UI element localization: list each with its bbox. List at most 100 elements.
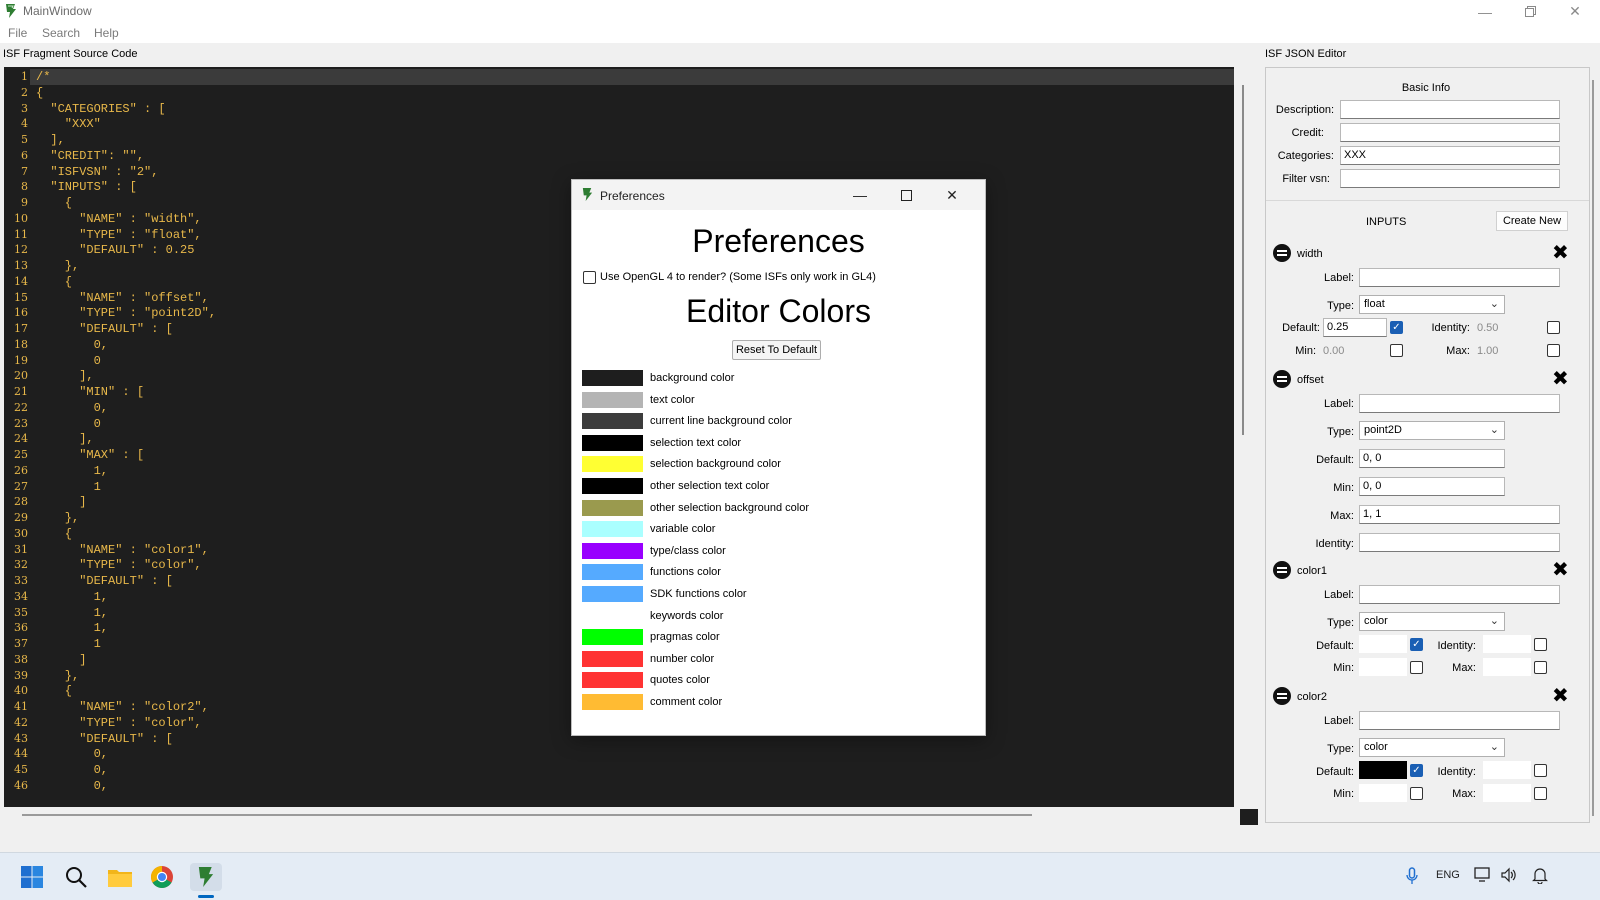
- code-line[interactable]: 0,: [36, 747, 108, 761]
- collapse-icon[interactable]: [1273, 687, 1291, 705]
- file-explorer-button[interactable]: [106, 863, 134, 891]
- code-line[interactable]: "TYPE" : "color",: [36, 558, 201, 572]
- collapse-icon[interactable]: [1273, 561, 1291, 579]
- color-swatch[interactable]: [582, 586, 643, 602]
- identity-checkbox[interactable]: [1534, 764, 1547, 777]
- code-line[interactable]: "MAX" : [: [36, 448, 144, 462]
- default-input[interactable]: 0.25: [1323, 318, 1387, 337]
- type-select[interactable]: color ⌄: [1359, 738, 1505, 757]
- code-line[interactable]: },: [36, 669, 79, 683]
- tray-mic-button[interactable]: [1406, 867, 1418, 888]
- code-line[interactable]: {: [36, 196, 72, 210]
- identity-value[interactable]: 0.50: [1477, 322, 1498, 334]
- code-line[interactable]: "NAME" : "color1",: [36, 543, 209, 557]
- code-line[interactable]: "DEFAULT" : 0.25: [36, 243, 194, 257]
- label-input[interactable]: [1359, 268, 1560, 287]
- code-line[interactable]: {: [36, 86, 43, 100]
- max-checkbox[interactable]: [1547, 344, 1560, 357]
- notifications-button[interactable]: [1532, 867, 1548, 887]
- language-indicator[interactable]: ENG: [1436, 869, 1460, 881]
- scrollbar-thumb[interactable]: [22, 814, 1032, 816]
- code-line[interactable]: },: [36, 259, 79, 273]
- tray-network-button[interactable]: [1474, 867, 1492, 886]
- code-line[interactable]: "NAME" : "width",: [36, 212, 201, 226]
- dialog-maximize-button[interactable]: [891, 185, 921, 205]
- code-line[interactable]: "XXX": [36, 117, 101, 131]
- color-swatch[interactable]: [582, 434, 643, 451]
- min-color-swatch[interactable]: [1359, 784, 1407, 802]
- color-swatch[interactable]: [582, 499, 643, 516]
- label-input[interactable]: [1359, 394, 1560, 413]
- isf-editor-taskbar-button[interactable]: [190, 863, 222, 891]
- code-line[interactable]: "NAME" : "color2",: [36, 700, 209, 714]
- chrome-button[interactable]: [148, 863, 176, 891]
- code-line[interactable]: "DEFAULT" : [: [36, 732, 173, 746]
- identity-checkbox[interactable]: [1547, 321, 1560, 334]
- min-input[interactable]: 0, 0: [1359, 477, 1505, 496]
- code-line[interactable]: {: [36, 275, 72, 289]
- default-color-swatch[interactable]: [1359, 635, 1407, 653]
- code-line[interactable]: 1: [36, 480, 101, 494]
- max-input[interactable]: 1, 1: [1359, 505, 1560, 524]
- identity-color-swatch[interactable]: [1483, 761, 1531, 779]
- delete-input-icon[interactable]: ✖: [1552, 243, 1569, 263]
- min-color-swatch[interactable]: [1359, 658, 1407, 676]
- code-line[interactable]: {: [36, 684, 72, 698]
- default-input[interactable]: 0, 0: [1359, 449, 1505, 468]
- color-swatch[interactable]: [582, 391, 643, 408]
- code-line[interactable]: {: [36, 527, 72, 541]
- default-color-swatch[interactable]: [1359, 761, 1407, 779]
- code-line[interactable]: "INPUTS" : [: [36, 180, 136, 194]
- code-line[interactable]: 0,: [36, 779, 108, 793]
- identity-input[interactable]: [1359, 533, 1560, 552]
- start-button[interactable]: [18, 863, 46, 891]
- color-swatch[interactable]: [582, 607, 643, 624]
- code-line[interactable]: "TYPE" : "point2D",: [36, 306, 216, 320]
- delete-input-icon[interactable]: ✖: [1552, 369, 1569, 389]
- code-line[interactable]: "TYPE" : "color",: [36, 716, 201, 730]
- code-line[interactable]: 0,: [36, 763, 108, 777]
- editor-vertical-scrollbar[interactable]: [1238, 67, 1250, 807]
- color-swatch[interactable]: [582, 629, 643, 646]
- type-select[interactable]: float ⌄: [1359, 295, 1505, 314]
- scrollbar-thumb[interactable]: [1242, 85, 1244, 435]
- code-line[interactable]: ]: [36, 495, 86, 509]
- color-swatch[interactable]: [582, 672, 643, 689]
- delete-input-icon[interactable]: ✖: [1552, 560, 1569, 580]
- menu-file[interactable]: File: [8, 26, 27, 40]
- color-swatch[interactable]: [582, 694, 643, 710]
- create-new-button[interactable]: Create New: [1496, 211, 1568, 231]
- collapse-icon[interactable]: [1273, 244, 1291, 262]
- label-input[interactable]: [1359, 711, 1560, 730]
- max-value[interactable]: 1.00: [1477, 345, 1498, 357]
- color-swatch[interactable]: [582, 564, 643, 581]
- json-editor-scrollbar[interactable]: [1592, 80, 1594, 816]
- code-line[interactable]: "CATEGORIES" : [: [36, 102, 165, 116]
- max-color-swatch[interactable]: [1483, 784, 1531, 802]
- code-line[interactable]: ]: [36, 653, 86, 667]
- dialog-close-button[interactable]: ✕: [937, 185, 967, 205]
- close-window-button[interactable]: ✕: [1552, 0, 1598, 23]
- code-line[interactable]: "DEFAULT" : [: [36, 574, 173, 588]
- minimize-button[interactable]: —: [1462, 0, 1508, 23]
- code-line[interactable]: ],: [36, 369, 93, 383]
- reset-to-default-button[interactable]: Reset To Default: [732, 340, 821, 360]
- code-line[interactable]: "ISFVSN" : "2",: [36, 165, 158, 179]
- color-swatch[interactable]: [582, 413, 643, 430]
- code-line[interactable]: "MIN" : [: [36, 385, 144, 399]
- restore-button[interactable]: [1507, 0, 1553, 23]
- color-swatch[interactable]: [582, 370, 643, 386]
- type-select[interactable]: color ⌄: [1359, 612, 1505, 631]
- code-line[interactable]: },: [36, 511, 79, 525]
- categories-input[interactable]: XXX: [1340, 146, 1560, 165]
- menu-search[interactable]: Search: [42, 26, 80, 40]
- code-line[interactable]: 0,: [36, 338, 108, 352]
- code-line[interactable]: /*: [36, 70, 50, 84]
- identity-checkbox[interactable]: [1534, 638, 1547, 651]
- taskbar-search-button[interactable]: [62, 863, 90, 891]
- label-input[interactable]: [1359, 585, 1560, 604]
- code-line[interactable]: "CREDIT": "",: [36, 149, 144, 163]
- color-swatch[interactable]: [582, 542, 643, 559]
- code-line[interactable]: 1,: [36, 464, 108, 478]
- min-value[interactable]: 0.00: [1323, 345, 1344, 357]
